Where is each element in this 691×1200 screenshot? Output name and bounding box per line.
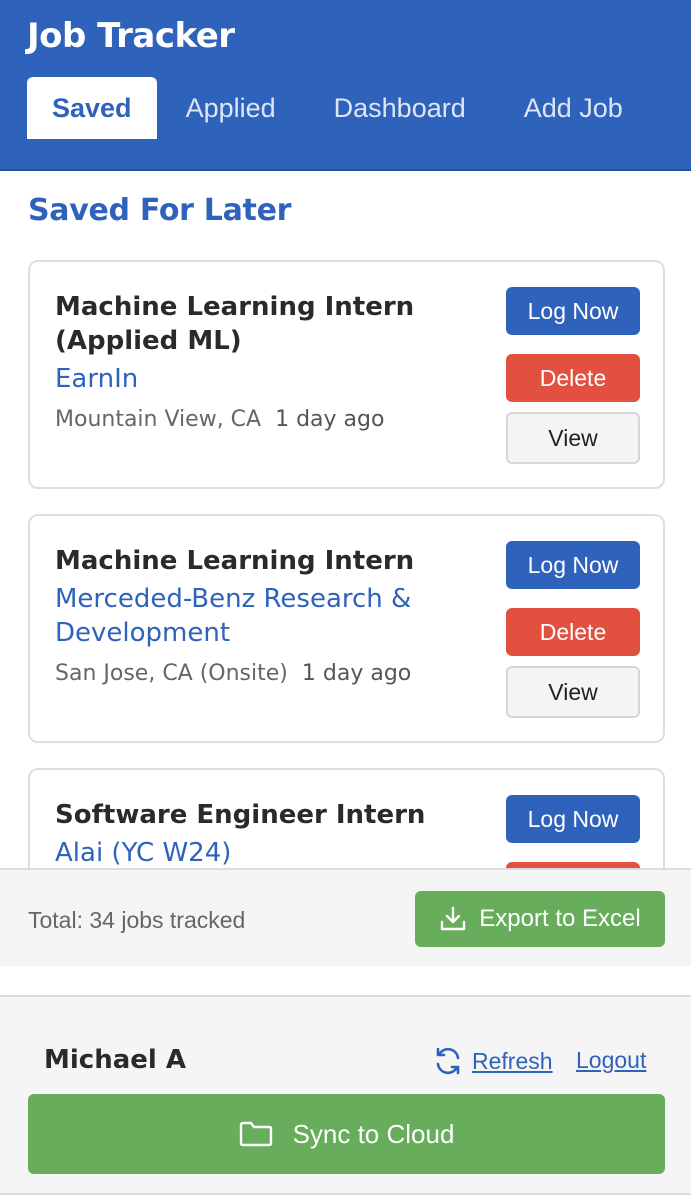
- log-now-button[interactable]: Log Now: [506, 287, 640, 335]
- user-footer: Michael A Refresh Logout Sync to Cloud: [0, 995, 691, 1195]
- delete-button[interactable]: Delete: [506, 354, 640, 402]
- tab-dashboard[interactable]: Dashboard: [305, 77, 495, 139]
- log-now-button[interactable]: Log Now: [506, 541, 640, 589]
- refresh-control[interactable]: Refresh: [432, 1045, 553, 1077]
- job-card: Machine Learning Intern (Applied ML) Ear…: [28, 260, 665, 489]
- company-name[interactable]: Alai (YC W24): [55, 836, 475, 868]
- app-header: Job Tracker Saved Applied Dashboard Add …: [0, 0, 691, 171]
- job-posted: 1 day ago: [275, 407, 385, 432]
- job-location: San Jose, CA (Onsite): [55, 661, 288, 686]
- section-title: Saved For Later: [28, 193, 292, 228]
- job-title: Machine Learning Intern (Applied ML): [55, 292, 415, 356]
- job-title: Software Engineer Intern: [55, 800, 426, 830]
- delete-button[interactable]: Delete: [506, 608, 640, 656]
- company-name[interactable]: Merceded-Benz Research & Development: [55, 582, 475, 650]
- user-name: Michael A: [44, 1045, 186, 1075]
- view-button[interactable]: View: [506, 666, 640, 718]
- job-location: Mountain View, CA: [55, 407, 262, 432]
- job-card: Machine Learning Intern Merceded-Benz Re…: [28, 514, 665, 743]
- summary-bar: Total: 34 jobs tracked Export to Excel: [0, 868, 691, 966]
- sync-label: Sync to Cloud: [292, 1118, 455, 1149]
- refresh-icon[interactable]: [432, 1045, 464, 1077]
- export-to-excel-button[interactable]: Export to Excel: [415, 891, 665, 947]
- job-meta: San Jose, CA (Onsite) 1 day ago: [55, 661, 411, 686]
- logout-link[interactable]: Logout: [576, 1047, 646, 1074]
- tab-add-job[interactable]: Add Job: [495, 77, 652, 139]
- refresh-link[interactable]: Refresh: [472, 1048, 553, 1075]
- export-label: Export to Excel: [479, 905, 641, 932]
- job-card: Software Engineer Intern Alai (YC W24) L…: [28, 768, 665, 868]
- app-title: Job Tracker: [27, 16, 235, 56]
- saved-jobs-list[interactable]: Machine Learning Intern (Applied ML) Ear…: [0, 260, 691, 868]
- download-icon: [439, 905, 467, 933]
- log-now-button[interactable]: Log Now: [506, 795, 640, 843]
- job-posted: 1 day ago: [301, 661, 412, 686]
- job-meta: Mountain View, CA 1 day ago: [55, 407, 384, 432]
- sync-to-cloud-button[interactable]: Sync to Cloud: [28, 1094, 665, 1174]
- folder-icon: [239, 1119, 273, 1149]
- tab-applied[interactable]: Applied: [157, 77, 305, 139]
- tab-saved[interactable]: Saved: [27, 77, 157, 139]
- total-jobs-count: Total: 34 jobs tracked: [28, 907, 246, 933]
- company-name[interactable]: EarnIn: [55, 362, 475, 396]
- view-button[interactable]: View: [506, 412, 640, 464]
- job-title: Machine Learning Intern: [55, 546, 415, 576]
- tab-bar: Saved Applied Dashboard Add Job: [27, 77, 652, 139]
